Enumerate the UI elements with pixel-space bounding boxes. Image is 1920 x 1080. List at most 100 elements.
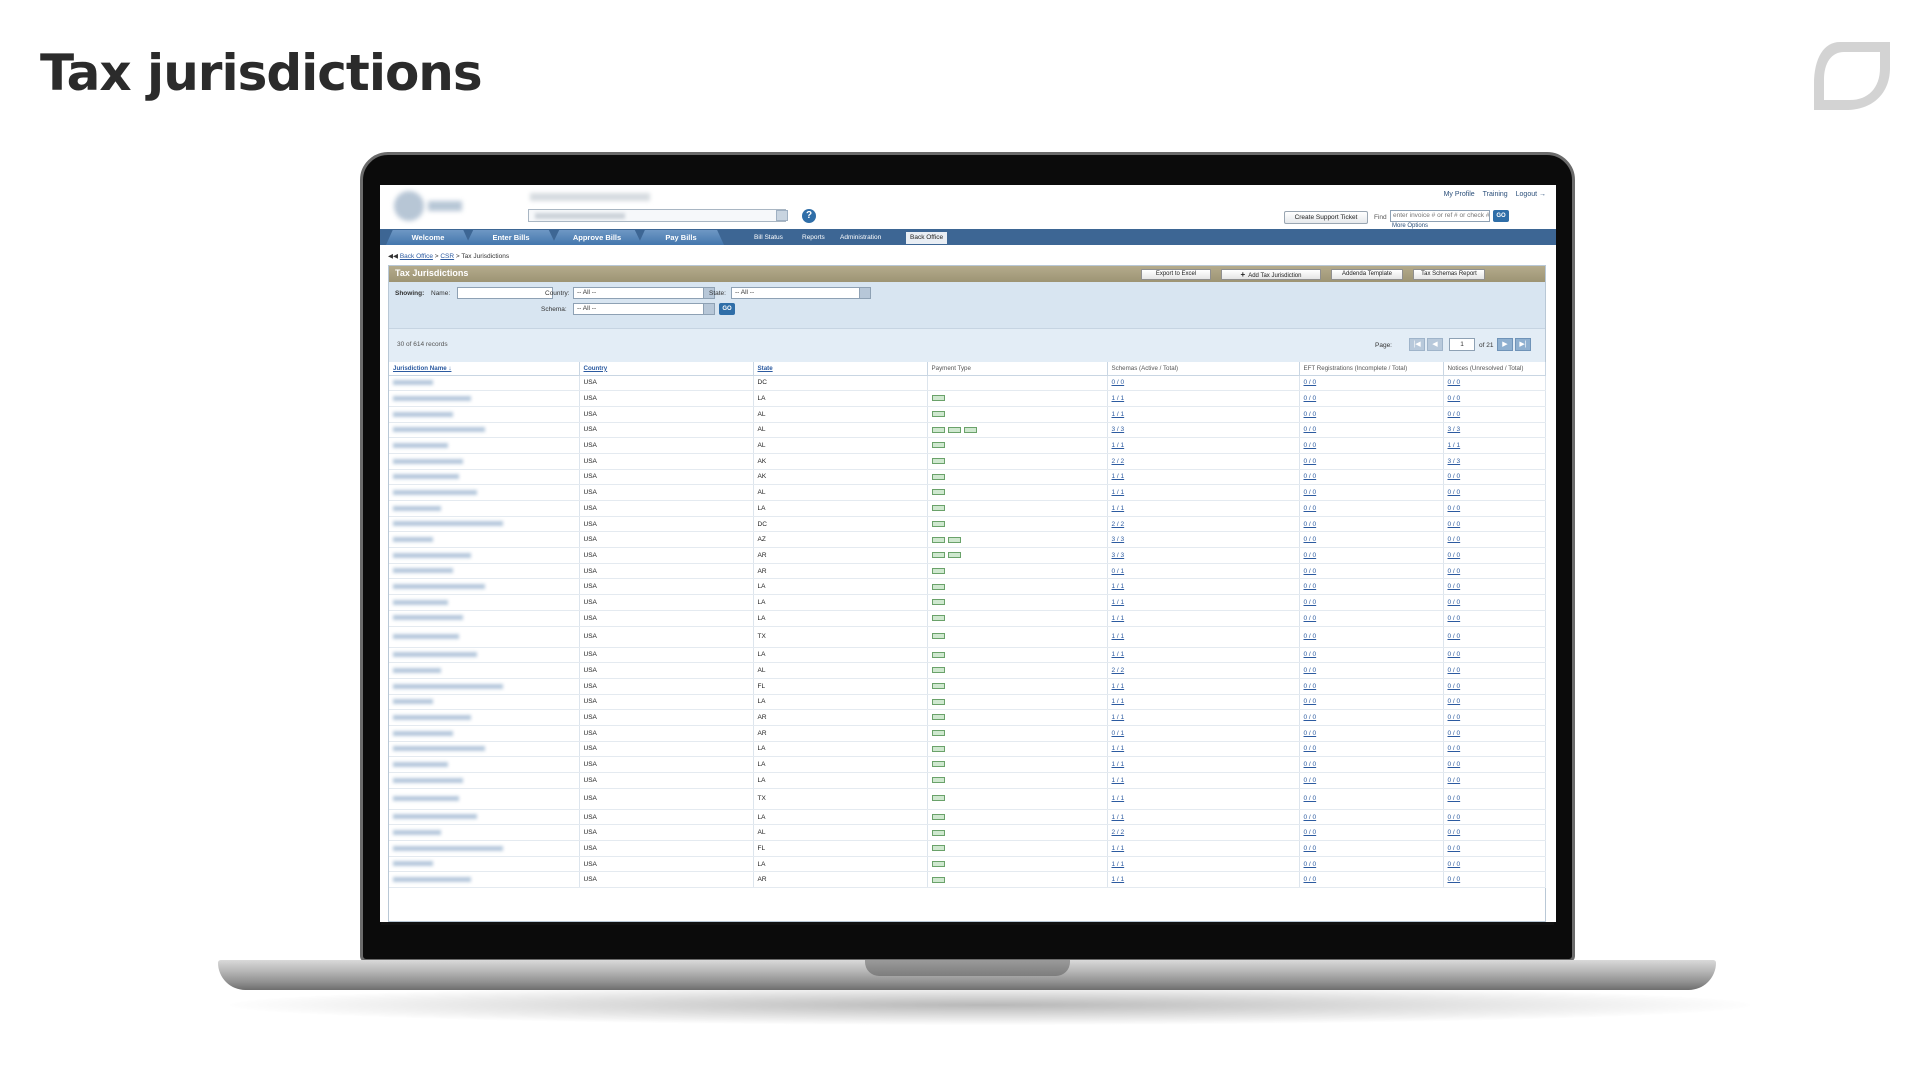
subtab-bill-status[interactable]: Bill Status xyxy=(754,232,783,244)
find-input[interactable]: enter invoice # or ref # or check # xyxy=(1390,210,1490,222)
notices-link[interactable]: 0 / 0 xyxy=(1443,772,1546,789)
eft-registrations-link[interactable]: 0 / 0 xyxy=(1299,437,1444,454)
logout-link[interactable]: Logout → xyxy=(1516,191,1546,198)
tab-approve-bills[interactable]: Approve Bills xyxy=(552,230,642,245)
schemas-link[interactable]: 1 / 1 xyxy=(1107,484,1300,501)
schemas-link[interactable]: 3 / 3 xyxy=(1107,531,1300,549)
subtab-reports[interactable]: Reports xyxy=(802,232,825,244)
my-profile-link[interactable]: My Profile xyxy=(1444,191,1475,198)
notices-link[interactable]: 0 / 0 xyxy=(1443,469,1546,486)
eft-registrations-link[interactable]: 0 / 0 xyxy=(1299,469,1444,486)
schemas-link[interactable]: 1 / 1 xyxy=(1107,756,1300,773)
schemas-link[interactable]: 1 / 1 xyxy=(1107,647,1300,664)
notices-link[interactable]: 0 / 0 xyxy=(1443,484,1546,501)
eft-registrations-link[interactable]: 0 / 0 xyxy=(1299,871,1444,889)
breadcrumb-back-office[interactable]: Back Office xyxy=(400,253,433,260)
eft-registrations-link[interactable]: 0 / 0 xyxy=(1299,756,1444,773)
schemas-link[interactable]: 1 / 1 xyxy=(1107,610,1300,627)
eft-registrations-link[interactable]: 0 / 0 xyxy=(1299,453,1444,470)
jurisdiction-name-link[interactable] xyxy=(389,469,580,486)
jurisdiction-name-link[interactable] xyxy=(389,422,580,439)
schemas-link[interactable]: 1 / 1 xyxy=(1107,500,1300,517)
eft-registrations-link[interactable]: 0 / 0 xyxy=(1299,422,1444,439)
notices-link[interactable]: 0 / 0 xyxy=(1443,647,1546,664)
state-select[interactable]: -- All -- xyxy=(731,287,871,299)
jurisdiction-name-link[interactable] xyxy=(389,788,580,810)
col-state[interactable]: State xyxy=(753,362,928,376)
eft-registrations-link[interactable]: 0 / 0 xyxy=(1299,741,1444,758)
jurisdiction-name-link[interactable] xyxy=(389,678,580,695)
schemas-link[interactable]: 1 / 1 xyxy=(1107,678,1300,695)
notices-link[interactable]: 0 / 0 xyxy=(1443,547,1546,564)
eft-registrations-link[interactable]: 0 / 0 xyxy=(1299,594,1444,611)
tab-pay-bills[interactable]: Pay Bills xyxy=(638,230,724,245)
notices-link[interactable]: 0 / 0 xyxy=(1443,563,1546,580)
schemas-link[interactable]: 1 / 1 xyxy=(1107,856,1300,873)
schemas-link[interactable]: 1 / 1 xyxy=(1107,772,1300,789)
breadcrumb-back-icon[interactable]: ◀◀ xyxy=(388,253,398,260)
eft-registrations-link[interactable]: 0 / 0 xyxy=(1299,375,1444,392)
jurisdiction-name-link[interactable] xyxy=(389,662,580,679)
jurisdiction-name-link[interactable] xyxy=(389,594,580,611)
schemas-link[interactable]: 1 / 1 xyxy=(1107,437,1300,454)
notices-link[interactable]: 0 / 0 xyxy=(1443,809,1546,826)
jurisdiction-name-link[interactable] xyxy=(389,390,580,407)
eft-registrations-link[interactable]: 0 / 0 xyxy=(1299,531,1444,549)
eft-registrations-link[interactable]: 0 / 0 xyxy=(1299,694,1444,711)
training-link[interactable]: Training xyxy=(1483,191,1508,198)
schema-dropdown-icon[interactable] xyxy=(703,303,715,315)
eft-registrations-link[interactable]: 0 / 0 xyxy=(1299,484,1444,501)
addenda-template-button[interactable]: Addenda Template xyxy=(1331,269,1403,280)
jurisdiction-name-link[interactable] xyxy=(389,547,580,564)
schemas-link[interactable]: 1 / 1 xyxy=(1107,390,1300,407)
schemas-link[interactable]: 1 / 1 xyxy=(1107,741,1300,758)
jurisdiction-name-link[interactable] xyxy=(389,453,580,470)
tax-schemas-report-button[interactable]: Tax Schemas Report xyxy=(1413,269,1485,280)
schemas-link[interactable]: 1 / 1 xyxy=(1107,694,1300,711)
jurisdiction-name-link[interactable] xyxy=(389,809,580,826)
schemas-link[interactable]: 1 / 1 xyxy=(1107,578,1300,596)
eft-registrations-link[interactable]: 0 / 0 xyxy=(1299,662,1444,679)
notices-link[interactable]: 0 / 0 xyxy=(1443,390,1546,407)
eft-registrations-link[interactable]: 0 / 0 xyxy=(1299,626,1444,648)
notices-link[interactable]: 0 / 0 xyxy=(1443,824,1546,842)
notices-link[interactable]: 0 / 0 xyxy=(1443,694,1546,711)
schemas-link[interactable]: 0 / 1 xyxy=(1107,725,1300,742)
country-select[interactable]: -- All -- xyxy=(573,287,715,299)
eft-registrations-link[interactable]: 0 / 0 xyxy=(1299,725,1444,742)
eft-registrations-link[interactable]: 0 / 0 xyxy=(1299,678,1444,695)
schemas-link[interactable]: 1 / 1 xyxy=(1107,594,1300,611)
eft-registrations-link[interactable]: 0 / 0 xyxy=(1299,563,1444,580)
notices-link[interactable]: 0 / 0 xyxy=(1443,594,1546,611)
notices-link[interactable]: 0 / 0 xyxy=(1443,678,1546,695)
schemas-link[interactable]: 0 / 0 xyxy=(1107,375,1300,392)
notices-link[interactable]: 0 / 0 xyxy=(1443,756,1546,773)
next-page-icon[interactable]: ▶ xyxy=(1497,338,1513,351)
notices-link[interactable]: 0 / 0 xyxy=(1443,516,1546,533)
jurisdiction-name-link[interactable] xyxy=(389,375,580,392)
eft-registrations-link[interactable]: 0 / 0 xyxy=(1299,500,1444,517)
notices-link[interactable]: 0 / 0 xyxy=(1443,709,1546,726)
schemas-link[interactable]: 2 / 2 xyxy=(1107,662,1300,679)
jurisdiction-name-link[interactable] xyxy=(389,500,580,517)
subtab-administration[interactable]: Administration xyxy=(840,232,881,244)
schemas-link[interactable]: 1 / 1 xyxy=(1107,709,1300,726)
notices-link[interactable]: 0 / 0 xyxy=(1443,531,1546,549)
eft-registrations-link[interactable]: 0 / 0 xyxy=(1299,788,1444,810)
schemas-link[interactable]: 1 / 1 xyxy=(1107,788,1300,810)
schemas-link[interactable]: 3 / 3 xyxy=(1107,422,1300,439)
jurisdiction-name-link[interactable] xyxy=(389,772,580,789)
eft-registrations-link[interactable]: 0 / 0 xyxy=(1299,610,1444,627)
jurisdiction-name-link[interactable] xyxy=(389,725,580,742)
jurisdiction-name-link[interactable] xyxy=(389,516,580,533)
jurisdiction-name-link[interactable] xyxy=(389,647,580,664)
find-go-button[interactable]: GO xyxy=(1493,210,1509,222)
notices-link[interactable]: 3 / 3 xyxy=(1443,453,1546,470)
prev-page-icon[interactable]: ◀ xyxy=(1427,338,1443,351)
schemas-link[interactable]: 2 / 2 xyxy=(1107,516,1300,533)
eft-registrations-link[interactable]: 0 / 0 xyxy=(1299,406,1444,423)
notices-link[interactable]: 3 / 3 xyxy=(1443,422,1546,439)
schemas-link[interactable]: 1 / 1 xyxy=(1107,871,1300,889)
schemas-link[interactable]: 0 / 1 xyxy=(1107,563,1300,580)
schema-select[interactable]: -- All -- xyxy=(573,303,715,315)
